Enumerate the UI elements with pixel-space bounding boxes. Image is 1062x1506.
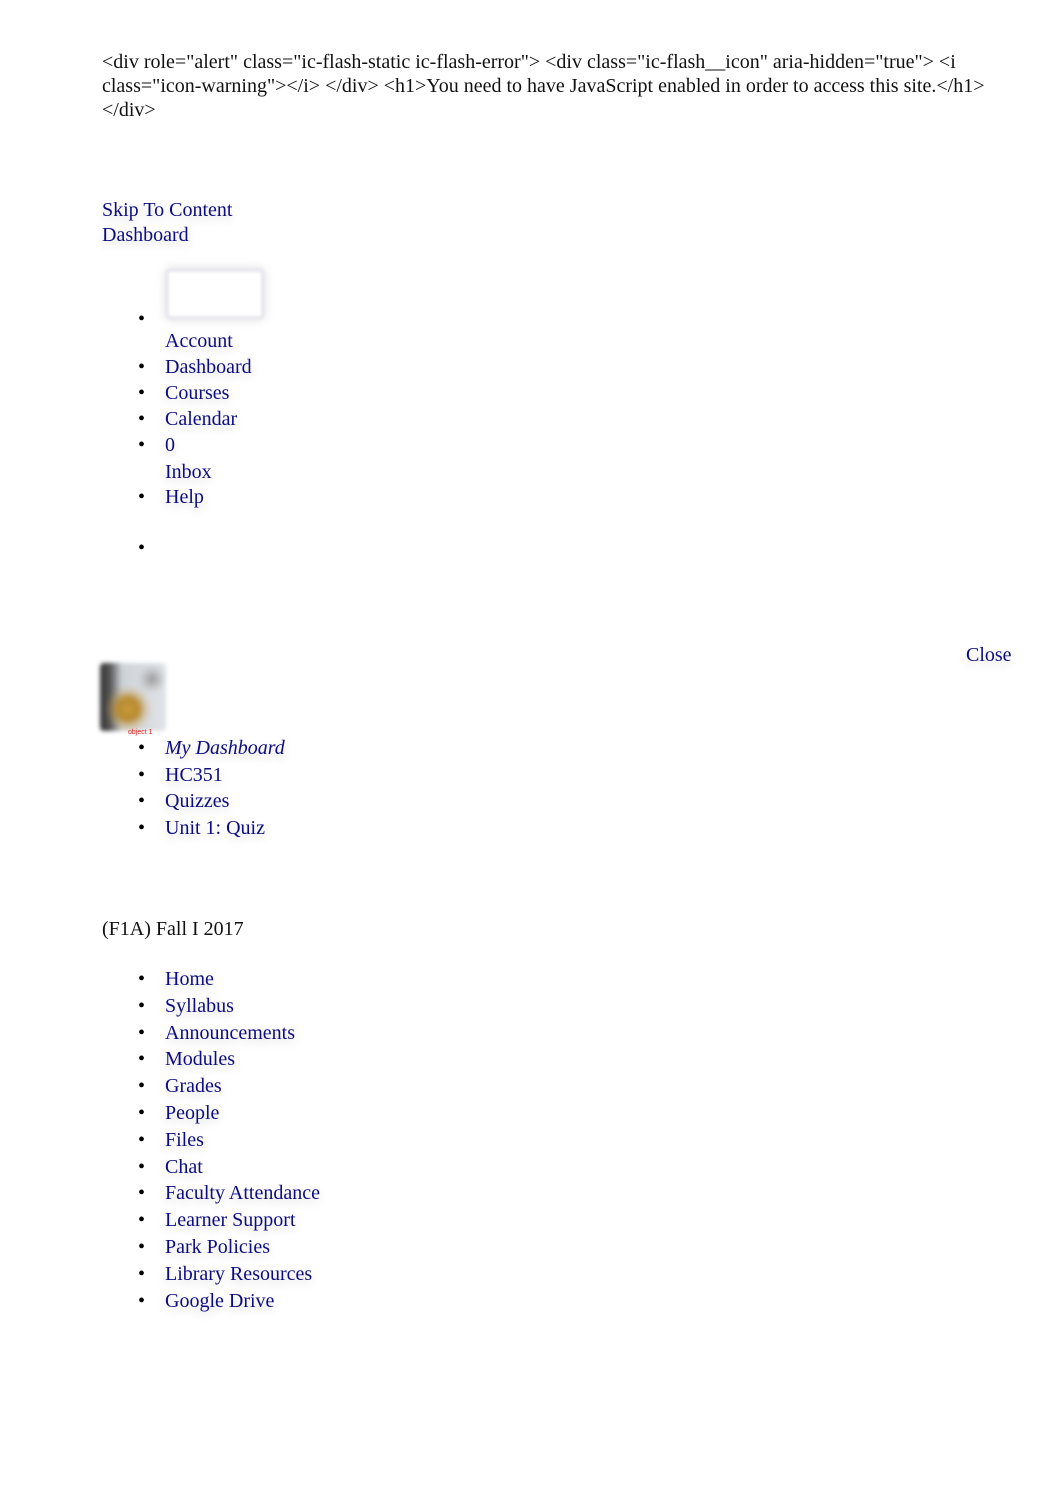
course-nav-item-people[interactable]: • People [102,1102,502,1129]
course-nav-item-learner-support[interactable]: • Learner Support [102,1209,502,1236]
dashboard-link[interactable]: Dashboard [165,356,252,378]
breadcrumb-item[interactable]: • HC351 [102,764,502,791]
inbox-link[interactable]: Inbox [165,461,212,483]
google-drive-link[interactable]: Google Drive [165,1290,274,1312]
bullet: • [138,1289,146,1312]
course-image-label: object 1 [128,729,153,736]
course-nav-item-modules[interactable]: • Modules [102,1048,502,1075]
bullet: • [138,434,146,456]
courses-link[interactable]: Courses [165,382,229,404]
course-image [100,663,166,731]
breadcrumb-my-dashboard[interactable]: My Dashboard [165,737,285,759]
calendar-link[interactable]: Calendar [165,408,237,430]
bullet: • [138,968,146,990]
breadcrumb-item[interactable]: • My Dashboard [102,737,502,764]
global-nav-item-account[interactable]: • Account [102,268,502,353]
files-link[interactable]: Files [165,1129,204,1151]
breadcrumb-item[interactable]: • Quizzes [102,790,502,817]
course-nav: • Home • Syllabus • Announcements • Modules … [102,968,502,1316]
grades-link[interactable]: Grades [165,1075,222,1097]
bullet: • [138,1128,146,1151]
bullet: • [138,486,146,508]
course-term: (F1A) Fall I 2017 [102,918,244,940]
bullet: • [138,308,146,330]
course-nav-item-files[interactable]: • Files [102,1129,502,1156]
course-nav-item-home[interactable]: • Home [102,968,502,995]
global-nav-item-help[interactable]: • Help [102,486,502,512]
skip-to-content-link[interactable]: Skip To Content [102,199,232,222]
bullet: • [138,537,146,559]
avatar-icon[interactable] [165,268,265,320]
inbox-unread-badge[interactable]: 0 [165,434,175,456]
bullet: • [138,737,146,759]
breadcrumb-current-quiz[interactable]: Unit 1: Quiz [165,817,265,839]
help-link[interactable]: Help [165,486,204,508]
dashboard-logo-link[interactable]: Dashboard [102,224,189,247]
course-nav-item-grades[interactable]: • Grades [102,1075,502,1102]
bullet: • [138,1235,146,1258]
learner-support-link[interactable]: Learner Support [165,1209,296,1231]
breadcrumb: • My Dashboard • HC351 • Quizzes • Unit … [102,737,502,843]
bullet: • [138,1075,146,1098]
bullet: • [138,356,146,378]
course-nav-item-park-policies[interactable]: • Park Policies [102,1236,502,1263]
bullet: • [138,816,146,839]
bullet: • [138,763,146,786]
bullet: • [138,1209,146,1232]
course-nav-item-google-drive[interactable]: • Google Drive [102,1290,502,1317]
bullet: • [138,1182,146,1205]
course-nav-item-library-resources[interactable]: • Library Resources [102,1263,502,1290]
bullet: • [138,1262,146,1285]
bullet: • [138,1021,146,1044]
bullet: • [138,1155,146,1178]
global-nav: • Account • Dashboard • Courses • Calend… [102,268,502,563]
park-policies-link[interactable]: Park Policies [165,1236,270,1258]
global-nav-item-calendar[interactable]: • Calendar [102,408,502,434]
global-nav-item-empty[interactable]: • [102,537,502,563]
global-nav-item-inbox[interactable]: • 0 Inbox [102,434,502,486]
announcements-link[interactable]: Announcements [165,1022,295,1044]
bullet: • [138,1048,146,1071]
global-nav-item-dashboard[interactable]: • Dashboard [102,356,502,382]
noscript-warning-text: <div role="alert" class="ic-flash-static… [102,51,985,121]
course-nav-item-faculty-attendance[interactable]: • Faculty Attendance [102,1182,502,1209]
course-nav-item-chat[interactable]: • Chat [102,1156,502,1183]
modules-link[interactable]: Modules [165,1048,235,1070]
bullet: • [138,1101,146,1124]
library-resources-link[interactable]: Library Resources [165,1263,312,1285]
chat-link[interactable]: Chat [165,1156,203,1178]
faculty-attendance-link[interactable]: Faculty Attendance [165,1182,320,1204]
syllabus-link[interactable]: Syllabus [165,995,234,1017]
account-link[interactable]: Account [165,330,233,352]
bullet: • [138,790,146,812]
close-button[interactable]: Close [966,644,1012,667]
breadcrumb-item[interactable]: • Unit 1: Quiz [102,817,502,844]
home-link[interactable]: Home [165,968,214,990]
bullet: • [138,408,146,430]
course-nav-item-announcements[interactable]: • Announcements [102,1022,502,1049]
breadcrumb-quizzes[interactable]: Quizzes [165,790,229,812]
global-nav-item-courses[interactable]: • Courses [102,382,502,408]
bullet: • [138,382,146,404]
people-link[interactable]: People [165,1102,219,1124]
bullet: • [138,994,146,1017]
breadcrumb-course[interactable]: HC351 [165,764,223,786]
course-nav-item-syllabus[interactable]: • Syllabus [102,995,502,1022]
